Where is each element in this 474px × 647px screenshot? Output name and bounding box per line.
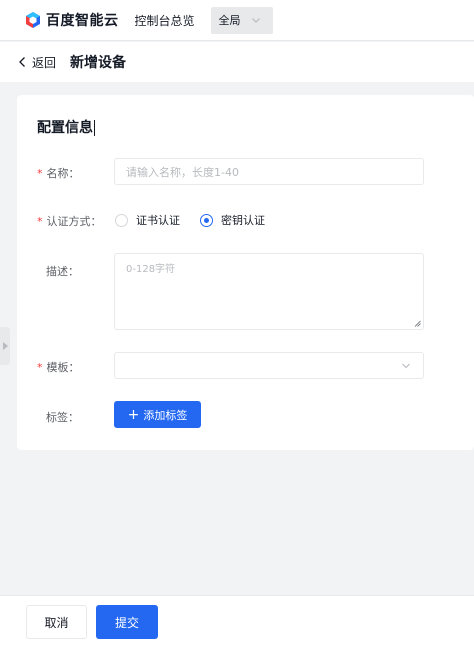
submit-button[interactable]: 提交 [96, 605, 158, 639]
add-tag-label: 添加标签 [143, 408, 188, 422]
chevron-right-icon [2, 342, 8, 350]
sidebar-expand-tab[interactable] [0, 327, 10, 365]
required-mark: * [37, 167, 43, 180]
add-tag-button[interactable]: + 添加标签 [114, 401, 201, 428]
plus-icon: + [127, 406, 140, 423]
radio-label: 证书认证 [136, 214, 180, 227]
name-input[interactable]: 请输入名称，长度1-40 [114, 158, 424, 185]
description-label: 描述： [46, 265, 79, 278]
radio-key-auth[interactable]: 密钥认证 [200, 212, 265, 228]
text-caret [94, 120, 95, 136]
auth-radio-group: 证书认证 密钥认证 [115, 212, 285, 228]
required-mark: * [37, 215, 43, 228]
template-select[interactable] [114, 352, 424, 379]
region-select[interactable]: 全局 [210, 6, 273, 34]
radio-circle [115, 213, 128, 227]
chevron-down-icon [251, 18, 260, 23]
brand-logo[interactable]: 百度智能云 [24, 10, 119, 30]
page-title: 新增设备 [70, 55, 127, 71]
chevron-left-icon [19, 57, 25, 67]
brand-name: 百度智能云 [46, 13, 119, 29]
name-label-text: 名称： [46, 167, 80, 180]
radio-certificate-auth[interactable]: 证书认证 [115, 212, 180, 228]
auth-label: * 认证方式： [37, 213, 102, 229]
radio-label: 密钥认证 [221, 214, 265, 227]
name-label: * 名称： [37, 165, 80, 181]
cancel-button[interactable]: 取消 [26, 605, 87, 639]
tags-label: 标签： [46, 411, 79, 424]
back-button[interactable]: 返回 [18, 54, 56, 71]
required-mark: * [37, 361, 43, 374]
template-label-text: 模板： [46, 361, 80, 374]
console-overview-link[interactable]: 控制台总览 [135, 12, 195, 29]
section-title: 配置信息 [37, 117, 95, 137]
resize-handle-icon[interactable] [414, 320, 421, 327]
description-placeholder: 0-128字符 [126, 264, 176, 275]
radio-circle-selected [200, 213, 213, 227]
top-nav: 百度智能云 控制台总览 全局 [0, 0, 474, 41]
footer-bar: 取消 提交 [0, 595, 474, 647]
baidu-cloud-logo-icon [24, 11, 42, 29]
template-label: * 模板： [37, 359, 80, 375]
section-title-text: 配置信息 [37, 120, 93, 136]
auth-label-text: 认证方式： [46, 215, 102, 228]
back-label: 返回 [32, 55, 57, 70]
region-value: 全局 [218, 14, 241, 27]
description-textarea[interactable]: 0-128字符 [114, 253, 424, 330]
page-header: 返回 新增设备 [0, 42, 474, 82]
chevron-down-icon [402, 363, 410, 369]
config-card: 配置信息 * 名称： 请输入名称，长度1-40 * 认证方式： 证书认证 密钥认证 … [17, 95, 474, 450]
name-placeholder: 请输入名称，长度1-40 [126, 165, 239, 179]
